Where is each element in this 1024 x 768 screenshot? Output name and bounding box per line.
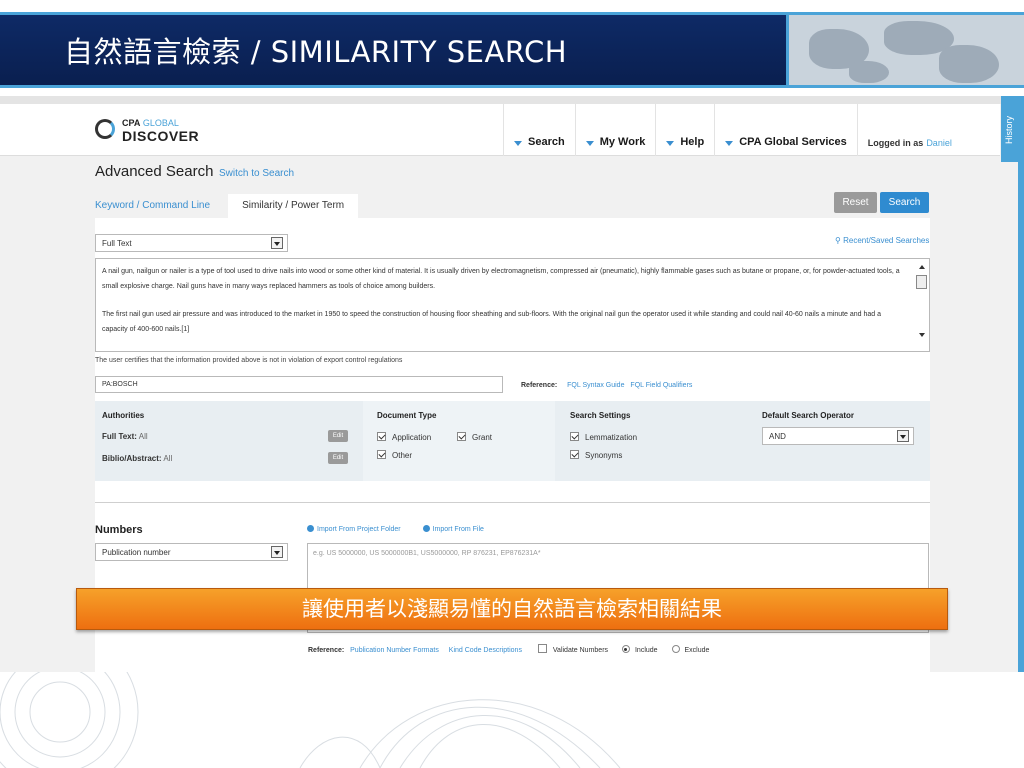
field-select[interactable]: Full Text (95, 234, 288, 252)
dropdown-arrow-icon (897, 430, 909, 442)
export-certify-text: The user certifies that the information … (95, 357, 403, 364)
search-button[interactable]: Search (880, 192, 929, 213)
checkbox-checked-icon (570, 450, 579, 459)
checkbox-checked-icon (457, 432, 466, 441)
checkbox-checked-icon (570, 432, 579, 441)
edit-fulltext-button[interactable]: Edit (328, 430, 348, 442)
callout-banner: 讓使用者以淺顯易懂的自然語言檢索相關結果 (76, 588, 948, 630)
scroll-down-icon[interactable] (919, 333, 925, 337)
scroll-up-icon[interactable] (919, 265, 925, 269)
checkbox-unchecked-icon (537, 644, 547, 653)
caret-down-icon (725, 141, 734, 146)
main-nav: Search My Work Help CPA Global Services … (503, 104, 966, 156)
nav-help[interactable]: Help (655, 104, 714, 156)
default-operator-title: Default Search Operator (762, 411, 855, 420)
switch-to-search-link[interactable]: Switch to Search (219, 168, 294, 179)
operator-select[interactable]: AND (762, 427, 914, 445)
logged-in-status: Logged in as Daniel (856, 104, 966, 156)
plus-circle-icon (307, 525, 314, 532)
logged-in-user[interactable]: Daniel (926, 138, 952, 148)
decorative-lines-graphic (0, 672, 621, 768)
top-strip (0, 96, 1024, 104)
numbers-reference-row: Reference: Publication Number Formats Ki… (308, 644, 715, 654)
dropdown-arrow-icon (271, 546, 283, 558)
authorities-title: Authorities (102, 411, 145, 420)
cpa-global-discover-logo[interactable]: CPA GLOBAL DISCOVER (95, 116, 215, 148)
document-type-section: Document Type Application Grant Other (377, 401, 547, 481)
scroll-thumb[interactable] (916, 275, 927, 289)
other-checkbox[interactable]: Other (377, 450, 412, 460)
nav-cpa-global-services[interactable]: CPA Global Services (714, 104, 857, 156)
caret-down-icon (666, 141, 675, 146)
world-map-image (786, 15, 1024, 85)
import-links: Import From Project Folder Import From F… (307, 525, 504, 533)
logo-global: GLOBAL (142, 118, 179, 128)
grant-checkbox[interactable]: Grant (457, 432, 492, 442)
number-type-select[interactable]: Publication number (95, 543, 288, 561)
lemmatization-checkbox[interactable]: Lemmatization (570, 432, 637, 442)
logo-discover: DISCOVER (122, 128, 200, 144)
synonyms-checkbox[interactable]: Synonyms (570, 450, 622, 460)
numbers-title: Numbers (95, 524, 143, 536)
search-settings-panel: Authorities Full Text: All Edit Biblio/A… (95, 401, 930, 481)
text-paragraph-2: The first nail gun used air pressure and… (102, 311, 882, 333)
tab-keyword-command-line[interactable]: Keyword / Command Line (95, 194, 222, 218)
reset-button[interactable]: Reset (834, 192, 877, 213)
authorities-section: Authorities Full Text: All Edit Biblio/A… (102, 401, 356, 481)
advanced-search-title: Advanced Search (95, 163, 214, 180)
edit-biblio-button[interactable]: Edit (328, 452, 348, 464)
import-from-file-link[interactable]: Import From File (422, 525, 494, 533)
include-radio[interactable]: Include (621, 645, 658, 654)
reference-links: Reference: FQL Syntax Guide FQL Field Qu… (521, 382, 693, 389)
nav-search[interactable]: Search (503, 104, 575, 156)
plus-circle-icon (422, 525, 430, 532)
search-icon: ⚲ (835, 236, 841, 245)
fql-field-qualifiers-link[interactable]: FQL Field Qualifiers (630, 382, 692, 389)
app-header: CPA GLOBAL DISCOVER Search My Work Help … (0, 104, 1000, 156)
logo-cpa: CPA (122, 118, 141, 128)
history-tab[interactable]: History (1001, 96, 1024, 162)
search-settings-title: Search Settings (570, 411, 631, 420)
checkbox-checked-icon (377, 450, 386, 459)
right-edge-bar (1018, 162, 1024, 672)
caret-down-icon (585, 141, 594, 146)
radio-selected-icon (621, 645, 630, 653)
dropdown-arrow-icon (271, 237, 283, 249)
similarity-text-area[interactable]: A nail gun, nailgun or nailer is a type … (95, 258, 930, 352)
kind-code-descriptions-link[interactable]: Kind Code Descriptions (449, 647, 522, 654)
exclude-radio[interactable]: Exclude (671, 645, 709, 654)
search-tabs: Keyword / Command Line Similarity / Powe… (95, 194, 359, 220)
recent-saved-searches-link[interactable]: ⚲ Recent/Saved Searches (835, 236, 929, 245)
document-type-title: Document Type (377, 411, 437, 420)
slide: 自然語言檢索 / SIMILARITY SEARCH CPA GLOBAL DI… (0, 0, 1024, 768)
import-from-project-folder-link[interactable]: Import From Project Folder (307, 525, 411, 533)
validate-numbers-checkbox[interactable]: Validate Numbers (537, 644, 608, 654)
logo-ring-icon (95, 119, 115, 139)
caret-down-icon (514, 141, 522, 146)
fql-syntax-guide-link[interactable]: FQL Syntax Guide (567, 382, 624, 389)
pa-query-input[interactable]: PA:BOSCH (95, 376, 503, 393)
tab-similarity-power-term[interactable]: Similarity / Power Term (228, 194, 359, 220)
text-paragraph-1: A nail gun, nailgun or nailer is a type … (102, 268, 900, 290)
textarea-scrollbar[interactable] (916, 263, 927, 349)
publication-number-formats-link[interactable]: Publication Number Formats (350, 647, 439, 654)
search-settings-section: Search Settings Lemmatization Synonyms (570, 401, 740, 481)
application-checkbox[interactable]: Application (377, 432, 431, 442)
radio-unselected-icon (671, 645, 680, 653)
default-operator-section: Default Search Operator AND (762, 401, 922, 481)
decorative-footer-art (0, 672, 1024, 768)
section-divider (95, 502, 930, 503)
title-banner: 自然語言檢索 / SIMILARITY SEARCH (0, 12, 1024, 88)
nav-my-work[interactable]: My Work (574, 104, 656, 156)
slide-title: 自然語言檢索 / SIMILARITY SEARCH (64, 35, 568, 69)
app-screenshot: CPA GLOBAL DISCOVER Search My Work Help … (0, 96, 1024, 672)
checkbox-checked-icon (377, 432, 386, 441)
